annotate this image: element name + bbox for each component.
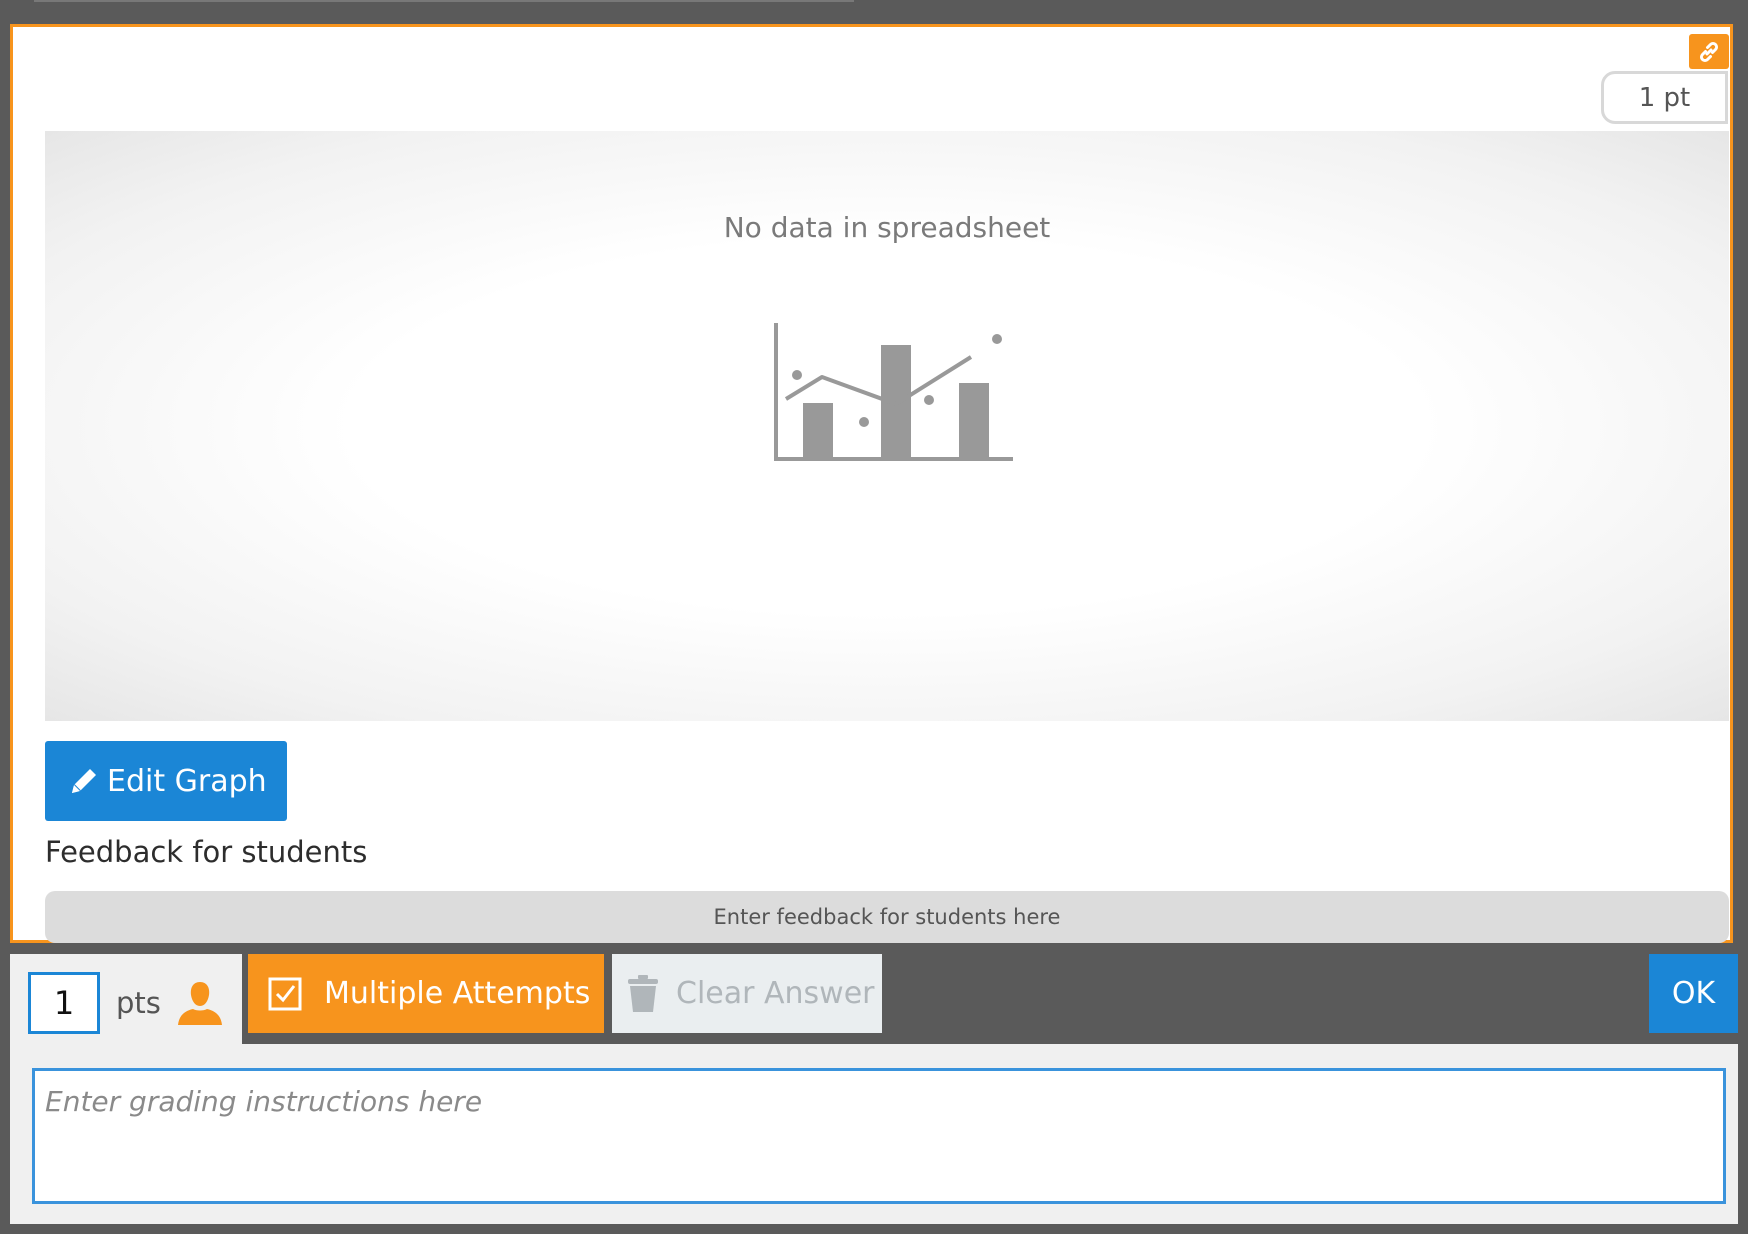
question-editor: 1 pt No data in spreadsheet Edit Graph F… bbox=[0, 0, 1748, 1234]
grading-panel bbox=[10, 1044, 1738, 1224]
person-icon[interactable] bbox=[174, 978, 226, 1026]
edit-graph-button[interactable]: Edit Graph bbox=[45, 741, 287, 821]
points-input[interactable] bbox=[28, 972, 100, 1034]
grading-instructions-input[interactable] bbox=[32, 1068, 1726, 1204]
pencil-icon bbox=[67, 764, 101, 798]
points-badge: 1 pt bbox=[1601, 71, 1728, 124]
multiple-attempts-toggle[interactable]: Multiple Attempts bbox=[248, 954, 604, 1033]
points-panel: pts bbox=[10, 954, 242, 1044]
chart-placeholder-icon bbox=[774, 323, 1013, 461]
checkbox-checked-icon bbox=[268, 977, 302, 1010]
feedback-heading: Feedback for students bbox=[45, 835, 368, 869]
empty-chart-message: No data in spreadsheet bbox=[723, 211, 1051, 244]
link-icon[interactable] bbox=[1689, 34, 1729, 69]
question-card: 1 pt No data in spreadsheet Edit Graph F… bbox=[10, 24, 1733, 943]
points-label: pts bbox=[116, 986, 161, 1020]
clear-answer-button[interactable]: Clear Answer bbox=[612, 954, 882, 1033]
multiple-attempts-label: Multiple Attempts bbox=[324, 976, 591, 1011]
feedback-input[interactable]: Enter feedback for students here bbox=[45, 891, 1729, 943]
graph-preview: No data in spreadsheet bbox=[45, 131, 1729, 721]
clear-answer-label: Clear Answer bbox=[676, 976, 875, 1011]
top-divider bbox=[34, 0, 854, 2]
trash-icon bbox=[628, 974, 658, 1012]
edit-graph-label: Edit Graph bbox=[107, 763, 267, 799]
ok-button[interactable]: OK bbox=[1649, 954, 1738, 1033]
